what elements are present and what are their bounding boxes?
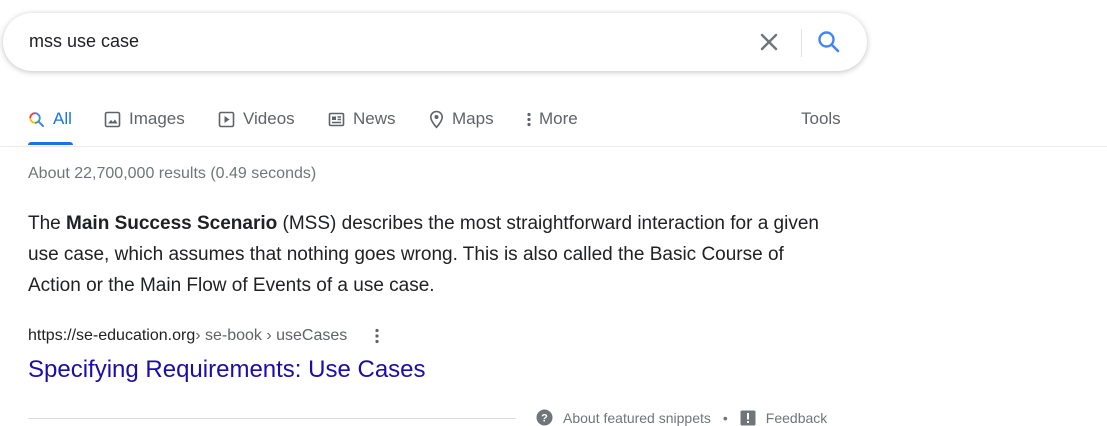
- feedback-link[interactable]: Feedback: [740, 410, 827, 426]
- tab-news[interactable]: News: [328, 108, 396, 130]
- play-icon: [218, 111, 235, 127]
- tab-maps[interactable]: Maps: [429, 108, 494, 130]
- cite-path: › se-book › useCases: [195, 327, 348, 344]
- tab-all[interactable]: All: [28, 108, 72, 130]
- map-pin-icon: [429, 110, 444, 128]
- tabs-divider: [0, 146, 1107, 147]
- search-tabs: All Images Videos News Maps More Tools: [0, 100, 1107, 146]
- tools-label: Tools: [801, 109, 841, 128]
- tab-more[interactable]: More: [526, 108, 578, 130]
- cite-domain: https://se-education.org: [28, 327, 196, 344]
- snippet-divider: [28, 418, 516, 419]
- search-bar: mss use case: [3, 13, 867, 71]
- tab-label: Images: [129, 109, 185, 128]
- snippet-text-before: The: [28, 213, 67, 234]
- active-tab-indicator: [28, 142, 73, 145]
- about-featured-snippets-link[interactable]: ? About featured snippets: [536, 409, 711, 426]
- search-icon[interactable]: [816, 29, 842, 55]
- tab-videos[interactable]: Videos: [218, 108, 295, 130]
- snippet-footer: ? About featured snippets • Feedback: [536, 409, 827, 426]
- tab-images[interactable]: Images: [104, 108, 185, 130]
- result-stats: About 22,700,000 results (0.49 seconds): [28, 165, 317, 182]
- clear-icon[interactable]: [757, 30, 781, 54]
- tab-label: News: [353, 109, 396, 128]
- tab-label: Videos: [243, 109, 295, 128]
- result-menu-icon[interactable]: [369, 326, 385, 346]
- footer-separator: •: [722, 409, 728, 426]
- tools-button[interactable]: Tools: [801, 108, 841, 130]
- feedback-icon: [740, 410, 756, 425]
- about-label: About featured snippets: [563, 409, 711, 426]
- snippet-bold-term: Main Success Scenario: [66, 213, 278, 234]
- newspaper-icon: [328, 112, 345, 126]
- more-vert-icon: [527, 112, 531, 126]
- feedback-label: Feedback: [765, 409, 828, 426]
- search-input[interactable]: mss use case: [29, 29, 139, 53]
- help-icon: ?: [536, 409, 553, 426]
- featured-snippet-text: The Main Success Scenario (MSS) describe…: [28, 208, 828, 301]
- tab-label: More: [539, 109, 578, 128]
- search-icon: [29, 111, 44, 127]
- tab-label: All: [53, 109, 72, 128]
- search-divider: [801, 29, 802, 57]
- result-title-link[interactable]: Specifying Requirements: Use Cases: [28, 356, 426, 384]
- image-icon: [104, 111, 121, 127]
- tab-label: Maps: [452, 109, 494, 128]
- result-cite: https://se-education.org › se-book › use…: [28, 326, 385, 346]
